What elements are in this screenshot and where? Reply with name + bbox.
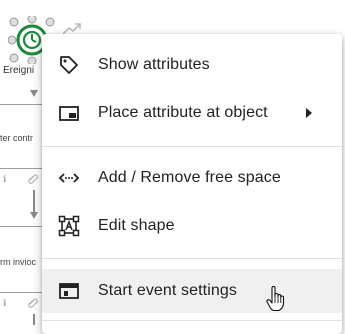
tag-icon — [58, 54, 80, 76]
menu-item-label: Place attribute at object — [98, 104, 268, 121]
menu-item-label: Start event settings — [98, 282, 237, 299]
selection-handle — [27, 16, 37, 24]
start-event-settings-icon — [58, 280, 80, 302]
lane-divider — [0, 104, 42, 105]
selection-handle — [9, 17, 19, 27]
connector-line — [33, 314, 35, 325]
selection-handle — [27, 56, 37, 64]
selection-handle — [8, 35, 17, 45]
task-text: rm invioc — [0, 257, 37, 267]
menu-item-label: Show attributes — [98, 56, 210, 73]
attachment-icon — [28, 174, 38, 186]
submenu-arrow-icon — [306, 108, 312, 118]
menu-item-edit-shape[interactable]: Edit shape — [42, 204, 342, 248]
place-attribute-icon — [58, 102, 80, 124]
selection-handle — [45, 17, 55, 27]
free-space-icon — [58, 167, 80, 189]
info-icon: ℹ — [3, 298, 7, 308]
menu-item-start-event-settings[interactable]: Start event settings — [42, 269, 342, 313]
attachment-icon — [28, 298, 38, 310]
connector-arrow — [30, 212, 38, 219]
connector-arrow — [30, 90, 38, 97]
lane-divider — [0, 226, 42, 227]
menu-item-place-attribute[interactable]: Place attribute at object — [42, 91, 342, 135]
hand-cursor-icon — [266, 286, 285, 312]
menu-divider — [42, 146, 342, 147]
lane-divider — [0, 292, 42, 293]
menu-item-label: Add / Remove free space — [98, 169, 281, 186]
menu-divider — [42, 320, 342, 321]
task-text: ter contr — [0, 133, 34, 143]
edit-shape-icon — [58, 215, 80, 237]
lane-divider — [0, 168, 42, 169]
event-label: Ereigni — [3, 65, 35, 76]
selection-handle — [9, 53, 19, 63]
menu-item-show-attributes[interactable]: Show attributes — [42, 43, 342, 87]
context-menu: Show attributes Place attribute at objec… — [42, 34, 342, 334]
info-icon: ℹ — [3, 174, 7, 184]
connector-line — [33, 190, 35, 212]
menu-item-label: Edit shape — [98, 217, 175, 234]
menu-divider — [42, 258, 342, 259]
menu-item-free-space[interactable]: Add / Remove free space — [42, 156, 342, 200]
